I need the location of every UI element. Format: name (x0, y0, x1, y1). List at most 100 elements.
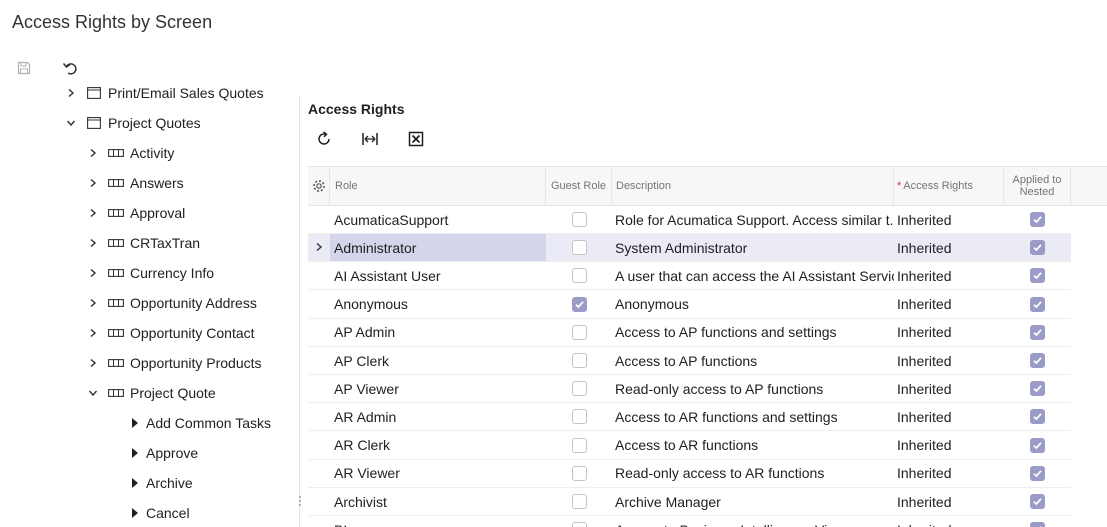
tree-node[interactable]: Activity (86, 138, 174, 168)
chevron-down-icon[interactable] (64, 116, 78, 130)
access-rights-cell[interactable]: Inherited (894, 262, 1004, 289)
chevron-right-icon[interactable] (86, 356, 100, 370)
tree-node[interactable]: Project Quote (86, 378, 216, 408)
description-cell[interactable]: Access to AR functions (612, 432, 894, 459)
tree-node[interactable]: Opportunity Address (86, 288, 257, 318)
tree-node[interactable]: Currency Info (86, 258, 214, 288)
access-rights-cell[interactable]: Inherited (894, 403, 1004, 430)
access-rights-cell[interactable]: Inherited (894, 488, 1004, 515)
description-cell[interactable]: Read-only access to AP functions (612, 375, 894, 402)
applied-to-nested-checkbox[interactable] (1030, 522, 1045, 527)
table-row[interactable]: AI Assistant User A user that can access … (308, 262, 1071, 291)
description-cell[interactable]: Archive Manager (612, 488, 894, 515)
role-cell[interactable]: BI (330, 516, 546, 527)
guest-role-checkbox[interactable] (571, 212, 587, 227)
guest-role-checkbox[interactable] (571, 381, 587, 397)
role-cell[interactable]: AI Assistant User (330, 262, 546, 289)
table-row[interactable]: Anonymous Anonymous Inherited (308, 291, 1071, 319)
undo-icon[interactable] (58, 56, 82, 80)
tree-node[interactable]: Approval (86, 198, 185, 228)
guest-role-checkbox[interactable] (571, 296, 587, 312)
applied-to-nested-checkbox[interactable] (1030, 409, 1045, 425)
guest-role-checkbox[interactable] (571, 409, 587, 425)
access-rights-cell[interactable]: Inherited (894, 375, 1004, 402)
refresh-icon[interactable] (312, 127, 336, 151)
applied-to-nested-checkbox[interactable] (1030, 212, 1045, 227)
access-rights-cell[interactable]: Inherited (894, 319, 1004, 346)
guest-role-checkbox[interactable] (571, 494, 587, 509)
chevron-down-icon[interactable] (86, 386, 100, 400)
guest-role-checkbox[interactable] (571, 522, 587, 527)
column-header-role[interactable]: Role (330, 167, 546, 205)
role-cell[interactable]: AP Viewer (330, 375, 546, 402)
chevron-right-icon[interactable] (86, 176, 100, 190)
guest-role-checkbox[interactable] (571, 353, 587, 368)
description-cell[interactable]: A user that can access the AI Assistant … (612, 262, 894, 289)
chevron-right-icon[interactable] (64, 86, 78, 100)
table-row[interactable]: AR Viewer Read-only access to AR function… (308, 460, 1071, 488)
applied-to-nested-checkbox[interactable] (1030, 381, 1045, 397)
chevron-right-icon[interactable] (86, 206, 100, 220)
table-row[interactable]: AR Clerk Access to AR functions Inherited (308, 432, 1071, 460)
tree-node[interactable]: CRTaxTran (86, 228, 200, 258)
applied-to-nested-checkbox[interactable] (1030, 437, 1045, 453)
save-icon[interactable] (12, 56, 36, 80)
tree-node[interactable]: Opportunity Products (86, 348, 262, 378)
access-rights-cell[interactable]: Inherited (894, 516, 1004, 527)
role-cell[interactable]: AR Admin (330, 403, 546, 430)
grid-settings-icon[interactable] (308, 167, 330, 205)
access-rights-cell[interactable]: Inherited (894, 234, 1004, 261)
splitter-handle[interactable] (298, 496, 302, 508)
table-row[interactable]: AP Viewer Read-only access to AP function… (308, 375, 1071, 404)
tree-node[interactable]: Project Quotes (64, 108, 201, 138)
chevron-right-icon[interactable] (86, 326, 100, 340)
role-cell[interactable]: AP Admin (330, 319, 546, 346)
tree-node[interactable]: Print/Email Sales Quotes (64, 86, 264, 108)
panel-splitter[interactable] (299, 96, 300, 527)
access-rights-cell[interactable]: Inherited (894, 206, 1004, 233)
description-cell[interactable]: Read-only access to AR functions (612, 460, 894, 487)
guest-role-checkbox[interactable] (571, 324, 587, 340)
export-excel-icon[interactable] (404, 127, 428, 151)
table-row[interactable]: AP Clerk Access to AP functions Inherited (308, 347, 1071, 375)
fit-columns-icon[interactable] (358, 127, 382, 151)
tree-node[interactable]: Approve (130, 438, 198, 468)
tree-node[interactable]: Answers (86, 168, 184, 198)
description-cell[interactable]: Access to AP functions and settings (612, 319, 894, 346)
applied-to-nested-checkbox[interactable] (1030, 296, 1045, 312)
column-header-description[interactable]: Description (612, 167, 894, 205)
applied-to-nested-checkbox[interactable] (1030, 494, 1045, 509)
guest-role-checkbox[interactable] (571, 268, 587, 284)
description-cell[interactable]: Access to Business Intelligence Views (612, 516, 894, 527)
access-rights-cell[interactable]: Inherited (894, 460, 1004, 487)
description-cell[interactable]: Access to AP functions (612, 347, 894, 374)
role-cell[interactable]: AcumaticaSupport (330, 206, 546, 233)
guest-role-checkbox[interactable] (571, 465, 587, 481)
table-row[interactable]: AcumaticaSupport Role for Acumatica Suppo… (308, 206, 1071, 234)
chevron-right-icon[interactable] (86, 266, 100, 280)
table-row[interactable]: Administrator System Administrator Inherit… (308, 234, 1071, 263)
chevron-right-icon[interactable] (86, 236, 100, 250)
applied-to-nested-checkbox[interactable] (1030, 268, 1045, 284)
applied-to-nested-checkbox[interactable] (1030, 240, 1045, 256)
access-rights-cell[interactable]: Inherited (894, 347, 1004, 374)
role-cell[interactable]: Archivist (330, 488, 546, 515)
description-cell[interactable]: Anonymous (612, 291, 894, 318)
role-cell[interactable]: AR Viewer (330, 460, 546, 487)
description-cell[interactable]: Role for Acumatica Support. Access simil… (612, 206, 894, 233)
tree-node[interactable]: Archive (130, 468, 193, 498)
applied-to-nested-checkbox[interactable] (1030, 465, 1045, 481)
tree-node[interactable]: Cancel (130, 498, 190, 527)
column-header-access-rights[interactable]: * Access Rights (894, 167, 1004, 205)
table-row[interactable]: Archivist Archive Manager Inherited (308, 488, 1071, 516)
access-rights-cell[interactable]: Inherited (894, 291, 1004, 318)
applied-to-nested-checkbox[interactable] (1030, 353, 1045, 368)
access-rights-cell[interactable]: Inherited (894, 432, 1004, 459)
table-row[interactable]: AR Admin Access to AR functions and setti… (308, 403, 1071, 432)
role-cell[interactable]: Anonymous (330, 291, 546, 318)
table-row[interactable]: AP Admin Access to AP functions and setti… (308, 319, 1071, 347)
role-cell[interactable]: Administrator (330, 234, 546, 262)
description-cell[interactable]: System Administrator (612, 234, 894, 261)
tree-node[interactable]: Add Common Tasks (130, 408, 271, 438)
chevron-right-icon[interactable] (86, 296, 100, 310)
